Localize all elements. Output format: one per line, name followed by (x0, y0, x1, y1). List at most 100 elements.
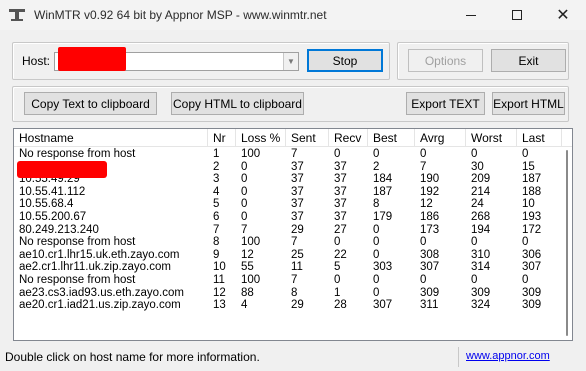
table-cell: 37 (291, 198, 304, 211)
table-cell: 0 (373, 148, 380, 160)
scrollbar-thumb[interactable] (566, 150, 568, 336)
table-cell: 309 (471, 286, 491, 299)
table-cell: 37 (334, 198, 347, 211)
table-cell: 307 (373, 299, 393, 312)
copy-html-button[interactable]: Copy HTML to clipboard (171, 92, 304, 115)
table-cell: 0 (241, 185, 248, 198)
table-cell: 268 (471, 210, 491, 223)
table-cell: 37 (291, 210, 304, 223)
table-row[interactable]: 10.55.68.4 5 0 37 37 8 12 24 10 (14, 198, 562, 211)
table-cell: 0 (420, 273, 427, 286)
table-cell: 0 (522, 273, 529, 286)
table-cell: 307 (420, 261, 440, 274)
chevron-down-icon[interactable]: ▼ (283, 53, 298, 70)
results-table[interactable]: Hostname Nr Loss % Sent Recv Best Avrg Worst Las… (13, 128, 573, 341)
table-cell: 7 (213, 223, 220, 236)
table-row[interactable]: 2 0 37 37 2 7 30 15 (14, 160, 562, 178)
table-cell: 11 (213, 273, 225, 286)
table-cell: 0 (373, 236, 380, 249)
table-row[interactable]: No response from host 11 100 7 0 0 0 0 0 (14, 274, 562, 287)
table-cell: 2 (373, 160, 380, 173)
column-header[interactable]: Sent (286, 129, 329, 147)
table-cell: 309 (522, 299, 542, 312)
table-cell: 4 (213, 185, 220, 198)
table-cell: 314 (471, 261, 491, 274)
status-divider (458, 347, 459, 367)
table-cell: 55 (241, 261, 254, 274)
table-row[interactable]: 10.55.200.67 6 0 37 37 179 186 268 193 (14, 211, 562, 224)
minimize-button[interactable] (448, 0, 494, 30)
column-header[interactable]: Hostname (14, 129, 208, 147)
table-cell: 9 (213, 248, 220, 261)
column-header[interactable]: Nr (208, 129, 236, 147)
column-header[interactable]: Loss % (236, 129, 286, 147)
copy-text-button[interactable]: Copy Text to clipboard (24, 92, 157, 115)
table-cell: 10 (213, 261, 226, 274)
table-cell: 187 (522, 173, 542, 186)
table-cell: 5 (334, 261, 341, 274)
table-row[interactable]: ae2.cr1.lhr11.uk.zip.zayo.com 10 55 11 5 303 3… (14, 261, 562, 274)
table-cell: 7 (291, 273, 298, 286)
table-cell: 7 (241, 223, 248, 236)
export-html-button[interactable]: Export HTML (492, 92, 565, 115)
winmtr-app-icon (9, 9, 25, 21)
table-cell: 11 (291, 261, 303, 274)
table-cell: 306 (522, 248, 542, 261)
table-cell: 173 (420, 223, 440, 236)
export-text-button[interactable]: Export TEXT (406, 92, 485, 115)
close-button[interactable]: ✕ (540, 0, 586, 30)
column-header[interactable]: Avrg (415, 129, 466, 147)
table-cell: 0 (373, 273, 380, 286)
exit-button[interactable]: Exit (491, 49, 566, 72)
hostname-cell: ae20.cr1.iad21.us.zip.zayo.com (19, 299, 181, 312)
table-cell: 15 (522, 160, 535, 173)
table-row[interactable]: ae10.cr1.lhr15.uk.eth.zayo.com 9 12 25 22 0 30… (14, 249, 562, 262)
maximize-button[interactable] (494, 0, 540, 30)
table-cell: 7 (291, 236, 298, 249)
table-body: No response from host 1 100 7 0 0 0 0 0 2 0 37 37 2 7 3… (14, 148, 562, 312)
table-cell: 8 (213, 236, 220, 249)
table-cell: 100 (241, 236, 261, 249)
appnor-link[interactable]: www.appnor.com (466, 350, 550, 362)
column-header[interactable]: Worst (466, 129, 517, 147)
table-cell: 29 (291, 299, 304, 312)
host-combobox[interactable]: ▼ (54, 47, 299, 71)
close-icon: ✕ (556, 5, 570, 24)
table-cell: 309 (522, 286, 542, 299)
minimize-icon (466, 14, 476, 16)
hostname-cell: ae23.cs3.iad93.us.eth.zayo.com (19, 286, 184, 299)
table-row[interactable]: ae23.cs3.iad93.us.eth.zayo.com 12 88 8 1 0 309… (14, 287, 562, 300)
table-cell: 311 (420, 299, 439, 312)
status-bar: Double click on host name for more infor… (0, 343, 586, 371)
table-cell: 7 (420, 160, 427, 173)
table-row[interactable]: No response from host 1 100 7 0 0 0 0 0 (14, 148, 562, 161)
column-header[interactable]: Recv (329, 129, 368, 147)
table-cell: 0 (373, 286, 380, 299)
table-cell: 100 (241, 273, 261, 286)
vertical-scrollbar[interactable] (562, 148, 572, 340)
table-cell: 27 (334, 223, 347, 236)
table-row[interactable]: No response from host 8 100 7 0 0 0 0 0 (14, 236, 562, 249)
table-row[interactable]: 80.249.213.240 7 7 29 27 0 173 194 172 (14, 224, 562, 237)
table-cell: 4 (241, 299, 248, 312)
table-cell: 37 (334, 173, 347, 186)
table-cell: 100 (241, 148, 261, 160)
stop-button[interactable]: Stop (307, 49, 383, 72)
table-cell: 310 (471, 248, 491, 261)
table-cell: 25 (291, 248, 304, 261)
options-button[interactable]: Options (408, 49, 483, 72)
table-cell: 209 (471, 173, 491, 186)
table-cell: 172 (522, 223, 542, 236)
hostname-cell: 80.249.213.240 (19, 223, 99, 236)
table-row[interactable]: ae20.cr1.iad21.us.zip.zayo.com 13 4 29 28 307… (14, 299, 562, 312)
hostname-cell: No response from host (19, 273, 136, 286)
column-header[interactable]: Best (368, 129, 415, 147)
table-cell: 0 (471, 148, 478, 160)
table-cell: 1 (213, 148, 220, 160)
table-row[interactable]: 10.55.41.112 4 0 37 37 187 192 214 188 (14, 186, 562, 199)
table-cell: 190 (420, 173, 440, 186)
column-header[interactable]: Last (517, 129, 562, 147)
table-cell: 37 (291, 173, 304, 186)
maximize-icon (512, 10, 522, 20)
table-cell: 0 (522, 236, 529, 249)
